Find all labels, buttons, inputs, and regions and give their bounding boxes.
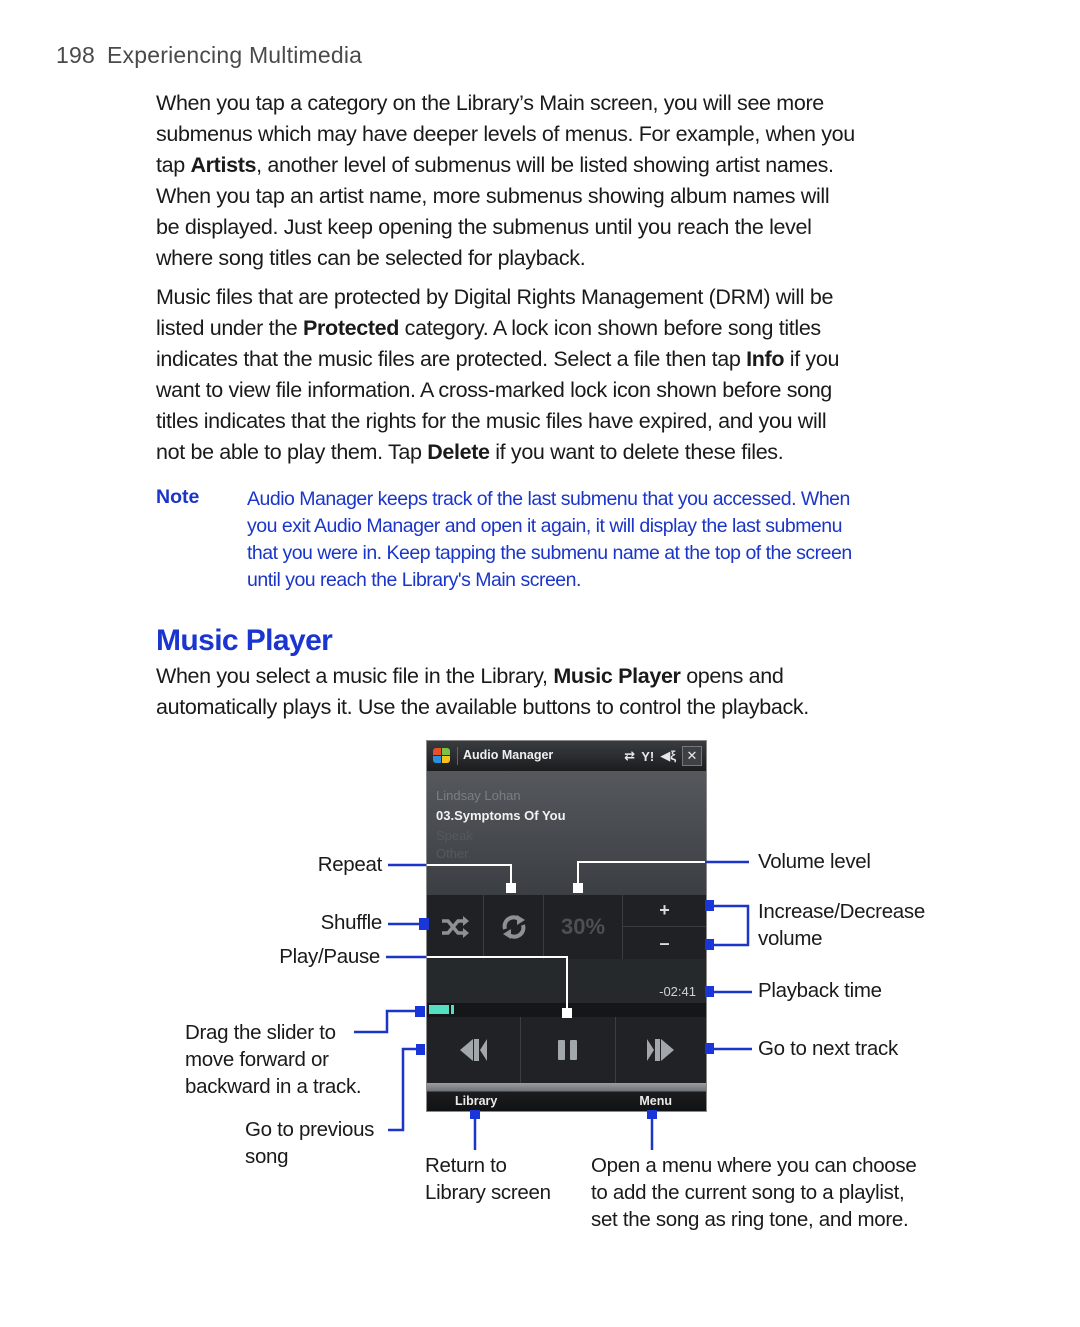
text-line: titles indicates that the rights for the… bbox=[156, 409, 827, 433]
callout-volume-level: Volume level bbox=[758, 850, 871, 873]
callout-line: to add the current song to a playlist, bbox=[591, 1181, 905, 1204]
callout-line: Drag the slider to bbox=[185, 1021, 336, 1044]
pause-icon bbox=[558, 1040, 577, 1060]
text-line: not be able to play them. Tap Delete if … bbox=[156, 440, 784, 464]
callout-line: Open a menu where you can choose bbox=[591, 1154, 917, 1177]
control-row: 30% + – bbox=[427, 895, 706, 959]
text-line: listed under the Protected category. A l… bbox=[156, 316, 821, 340]
callout-line: move forward or bbox=[185, 1048, 329, 1071]
shuffle-button[interactable] bbox=[427, 895, 484, 959]
text-line: When you select a music file in the Libr… bbox=[156, 664, 784, 688]
callout-line: song bbox=[245, 1145, 289, 1168]
callout-line: Return to bbox=[425, 1154, 507, 1177]
callout-previous: Go to previous song bbox=[245, 1116, 374, 1170]
leader-previous bbox=[388, 1047, 420, 1132]
text-line: submenus which may have deeper levels of… bbox=[156, 122, 855, 146]
leader-slider bbox=[354, 1009, 420, 1034]
callout-repeat: Repeat bbox=[317, 853, 383, 876]
text-line: tap Artists, another level of submenus w… bbox=[156, 153, 834, 177]
callout-play-pause: Play/Pause bbox=[279, 945, 380, 968]
text-line: where song titles can be selected for pl… bbox=[156, 246, 586, 270]
running-header: 198 Experiencing Multimedia bbox=[56, 42, 362, 69]
callout-inc-dec: Increase/Decrease volume bbox=[758, 898, 925, 952]
status-tray: ⇄ Y! ◀ξ ✕ bbox=[624, 746, 702, 766]
callout-line: Increase/Decrease bbox=[758, 900, 925, 923]
genre-name: Other bbox=[436, 846, 469, 861]
bold-term: Protected bbox=[303, 316, 400, 340]
speaker-muted-icon[interactable]: ◀ξ bbox=[660, 748, 676, 764]
song-title: 03.Symptoms Of You bbox=[436, 808, 566, 823]
playback-time: -02:41 bbox=[659, 984, 696, 999]
transport-row bbox=[427, 1017, 706, 1083]
note-line: you exit Audio Manager and open it again… bbox=[247, 515, 842, 537]
text-line: Music files that are protected by Digita… bbox=[156, 285, 834, 309]
note-text: Audio Manager keeps track of the last su… bbox=[247, 486, 967, 594]
bold-term: Music Player bbox=[553, 664, 681, 688]
seek-handle[interactable] bbox=[448, 1005, 451, 1014]
chapter-title: Experiencing Multimedia bbox=[106, 42, 363, 68]
signal-icon[interactable]: Y! bbox=[641, 749, 654, 764]
library-softkey[interactable]: Library bbox=[455, 1094, 497, 1108]
callout-line: Go to previous bbox=[245, 1118, 375, 1141]
callout-line: backward in a track. bbox=[185, 1075, 362, 1098]
sync-icon[interactable]: ⇄ bbox=[624, 748, 635, 764]
music-player-screenshot: Audio Manager ⇄ Y! ◀ξ ✕ Lindsay Lohan 03… bbox=[426, 740, 707, 1112]
callout-line: volume bbox=[758, 927, 823, 950]
text-line: automatically plays it. Use the availabl… bbox=[156, 695, 809, 719]
text-line: be displayed. Just keep opening the subm… bbox=[156, 215, 812, 239]
note-line: that you were in. Keep tapping the subme… bbox=[247, 542, 852, 564]
intro-paragraph-2: Music files that are protected by Digita… bbox=[156, 282, 976, 468]
text-line: When you tap a category on the Library’s… bbox=[156, 91, 824, 115]
next-button[interactable] bbox=[616, 1017, 706, 1083]
marker-slider bbox=[415, 1006, 425, 1017]
callout-line: set the song as ring tone, and more. bbox=[591, 1208, 909, 1231]
shuffle-icon bbox=[442, 916, 469, 938]
app-title: Audio Manager bbox=[463, 748, 554, 762]
note-line: Audio Manager keeps track of the last su… bbox=[247, 488, 850, 510]
album-name: Speak bbox=[436, 828, 473, 843]
seek-slider[interactable] bbox=[427, 1003, 706, 1017]
callout-slider: Drag the slider to move forward or backw… bbox=[185, 1019, 362, 1100]
softkey-bar: Library Menu bbox=[427, 1083, 706, 1111]
callout-playback-time: Playback time bbox=[758, 979, 882, 1002]
callout-line: Library screen bbox=[425, 1181, 551, 1204]
track-info[interactable]: Lindsay Lohan 03.Symptoms Of You Speak O… bbox=[427, 771, 706, 895]
bold-term: Artists bbox=[190, 153, 257, 177]
section-paragraph: When you select a music file in the Libr… bbox=[156, 661, 976, 723]
text-line: indicates that the music files are prote… bbox=[156, 347, 840, 371]
callout-next-track: Go to next track bbox=[758, 1037, 898, 1060]
callout-menu: Open a menu where you can choose to add … bbox=[591, 1152, 917, 1233]
title-bar: Audio Manager ⇄ Y! ◀ξ ✕ bbox=[427, 741, 706, 771]
play-pause-button[interactable] bbox=[521, 1017, 616, 1083]
intro-paragraph-1: When you tap a category on the Library’s… bbox=[156, 88, 976, 274]
leader-inc-dec bbox=[710, 904, 750, 947]
bold-term: Info bbox=[746, 347, 785, 371]
windows-start-icon[interactable] bbox=[433, 748, 451, 764]
page-number: 198 bbox=[56, 42, 95, 68]
note-line: until you reach the Library's Main scree… bbox=[247, 569, 581, 591]
volume-up-button[interactable]: + bbox=[623, 895, 706, 927]
previous-button[interactable] bbox=[427, 1017, 521, 1083]
section-title: Music Player bbox=[156, 624, 333, 657]
volume-level: 30% bbox=[544, 895, 623, 959]
callout-shuffle: Shuffle bbox=[320, 911, 383, 934]
volume-down-button[interactable]: – bbox=[623, 927, 706, 959]
bold-term: Delete bbox=[427, 440, 490, 464]
menu-softkey[interactable]: Menu bbox=[639, 1094, 672, 1108]
repeat-icon bbox=[502, 915, 525, 939]
text-line: want to view file information. A cross-m… bbox=[156, 378, 832, 402]
artist-name: Lindsay Lohan bbox=[436, 788, 521, 803]
close-button[interactable]: ✕ bbox=[682, 746, 702, 766]
callout-library: Return to Library screen bbox=[425, 1152, 551, 1206]
marker-previous bbox=[416, 1044, 425, 1055]
rewind-icon bbox=[459, 1039, 487, 1061]
fast-forward-icon bbox=[647, 1039, 674, 1061]
text-line: When you tap an artist name, more submen… bbox=[156, 184, 830, 208]
title-separator bbox=[457, 747, 458, 765]
repeat-button[interactable] bbox=[484, 895, 544, 959]
note-label: Note bbox=[156, 486, 200, 508]
time-area: -02:41 bbox=[427, 959, 706, 1003]
